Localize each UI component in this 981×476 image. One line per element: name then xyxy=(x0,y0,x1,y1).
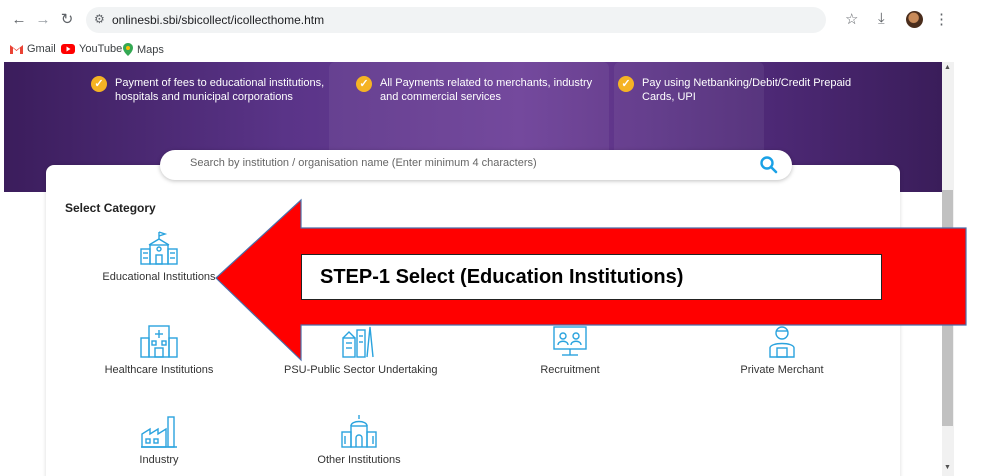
youtube-icon xyxy=(61,44,75,54)
bookmark-youtube[interactable]: YouTube xyxy=(61,43,122,55)
menu-kebab-icon[interactable]: ⋮ xyxy=(934,10,949,28)
recruitment-icon xyxy=(553,326,587,356)
bookmark-maps[interactable]: Maps xyxy=(123,43,164,56)
reload-icon[interactable]: ↻ xyxy=(58,11,76,29)
category-label: Other Institutions xyxy=(317,454,401,466)
maps-icon xyxy=(123,43,133,56)
back-icon[interactable]: ← xyxy=(10,11,28,29)
feature-text: Pay using Netbanking/Debit/Credit Prepai… xyxy=(642,77,852,103)
category-industry[interactable]: Industry xyxy=(84,414,234,466)
bookmark-star-icon[interactable]: ☆ xyxy=(845,10,858,28)
address-bar[interactable]: ⚙ onlinesbi.sbi/sbicollect/icollecthome.… xyxy=(86,7,826,33)
url-text[interactable]: onlinesbi.sbi/sbicollect/icollecthome.ht… xyxy=(112,13,324,27)
category-private-merchant[interactable]: Private Merchant xyxy=(707,324,857,376)
feature-text: Payment of fees to educational instituti… xyxy=(115,77,325,103)
bookmark-label: Maps xyxy=(137,43,164,56)
gmail-icon xyxy=(10,45,23,54)
bookmarks-bar: Gmail YouTube Maps xyxy=(0,40,981,62)
psu-building-icon xyxy=(342,326,374,358)
category-label: PSU-Public Sector Undertaking xyxy=(284,364,438,376)
category-label: Healthcare Institutions xyxy=(104,364,214,376)
school-building-icon xyxy=(140,231,178,265)
site-info-icon[interactable]: ⚙ xyxy=(94,12,105,26)
category-label: Educational Institutions xyxy=(102,271,216,283)
category-label: Recruitment xyxy=(540,364,600,376)
scroll-down-arrow-icon[interactable]: ▼ xyxy=(944,464,951,471)
feature-item: ✓ All Payments related to merchants, ind… xyxy=(356,76,596,104)
hospital-icon xyxy=(140,325,178,358)
merchant-icon xyxy=(769,326,795,358)
feature-text: All Payments related to merchants, indus… xyxy=(380,77,593,103)
bookmark-gmail[interactable]: Gmail xyxy=(10,43,56,55)
forward-icon[interactable]: → xyxy=(34,11,52,29)
bookmark-label: Gmail xyxy=(27,43,56,55)
check-circle-icon: ✓ xyxy=(91,76,107,92)
category-label: Private Merchant xyxy=(740,364,824,376)
select-category-heading: Select Category xyxy=(65,201,156,215)
category-healthcare-institutions[interactable]: Healthcare Institutions xyxy=(84,324,234,376)
category-psu[interactable]: PSU-Public Sector Undertaking xyxy=(284,324,438,376)
check-circle-icon: ✓ xyxy=(356,76,372,92)
search-icon[interactable] xyxy=(759,155,779,175)
browser-toolbar: ← → ↻ ⚙ onlinesbi.sbi/sbicollect/icollec… xyxy=(0,0,981,40)
temple-icon xyxy=(341,415,377,448)
annotation-step-label: STEP-1 Select (Education Institutions) xyxy=(301,254,882,300)
scrollbar-thumb[interactable] xyxy=(942,190,953,426)
bookmark-label: YouTube xyxy=(79,43,123,55)
scroll-up-arrow-icon[interactable]: ▲ xyxy=(944,64,951,71)
category-educational-institutions[interactable]: Educational Institutions xyxy=(84,231,234,283)
feature-item: ✓ Pay using Netbanking/Debit/Credit Prep… xyxy=(618,76,858,104)
institution-search-input[interactable] xyxy=(188,156,752,170)
institution-search-bar xyxy=(160,150,792,180)
download-icon[interactable]: ⤓ xyxy=(878,10,885,27)
check-circle-icon: ✓ xyxy=(618,76,634,92)
category-label: Industry xyxy=(139,454,179,466)
category-recruitment[interactable]: Recruitment xyxy=(495,324,645,376)
category-other-institutions[interactable]: Other Institutions xyxy=(284,414,434,466)
profile-avatar[interactable] xyxy=(906,11,923,28)
feature-item: ✓ Payment of fees to educational institu… xyxy=(91,76,331,104)
factory-icon xyxy=(141,416,177,448)
